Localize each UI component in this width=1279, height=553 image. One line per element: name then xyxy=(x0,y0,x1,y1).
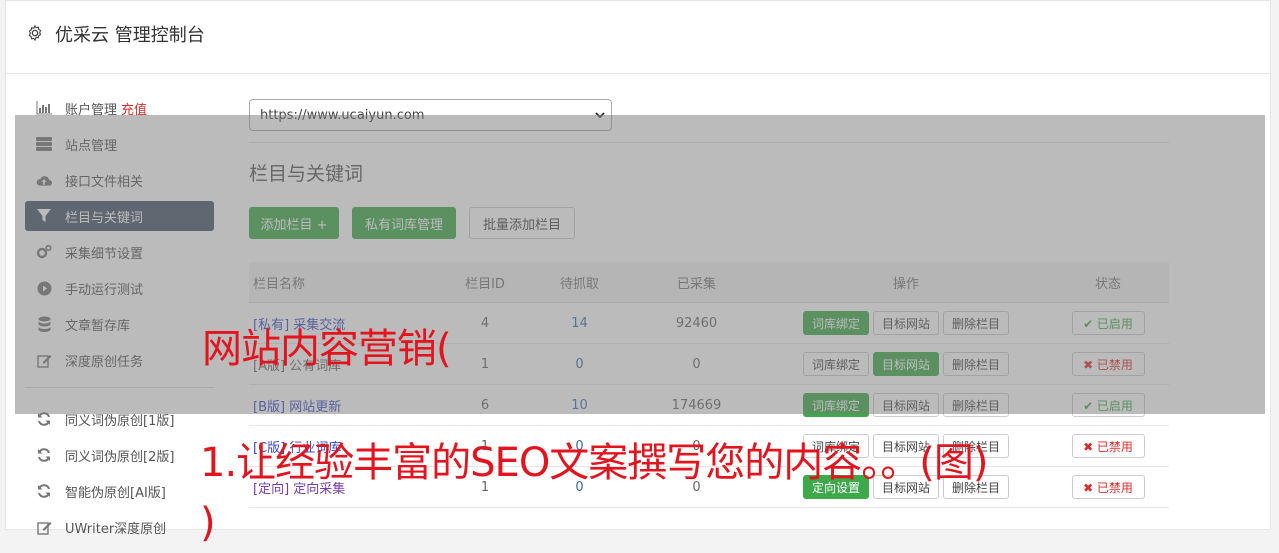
sidebar-item-synonym-v2[interactable]: 同义词伪原创[2版] xyxy=(25,440,214,470)
sidebar-item-ai-rewrite[interactable]: 智能伪原创[AI版] xyxy=(25,476,214,506)
sidebar-item-label: UWriter深度原创 xyxy=(65,521,167,537)
bar-chart-icon xyxy=(36,100,52,116)
refresh-icon xyxy=(36,483,52,499)
sidebar-item-uwriter[interactable]: UWriter深度原创 xyxy=(25,512,214,542)
header: 优采云 管理控制台 xyxy=(6,1,1270,74)
gear-icon xyxy=(28,24,42,42)
page-title: 优采云 管理控制台 xyxy=(55,25,205,46)
overlay-headline: 网站内容营销( xyxy=(202,326,452,372)
sidebar-item-label: 智能伪原创[AI版] xyxy=(65,485,166,501)
edit-icon xyxy=(36,519,52,535)
sidebar-item-label: 同义词伪原创[2版] xyxy=(65,449,175,465)
overlay-caption-tail: ) xyxy=(200,500,216,546)
refresh-icon xyxy=(36,447,52,463)
overlay-caption: 1.让经验丰富的SEO文案撰写您的内容。。(图) ) xyxy=(200,433,1130,553)
overlay-caption-line: 1.让经验丰富的SEO文案撰写您的内容。。(图) xyxy=(200,440,989,486)
